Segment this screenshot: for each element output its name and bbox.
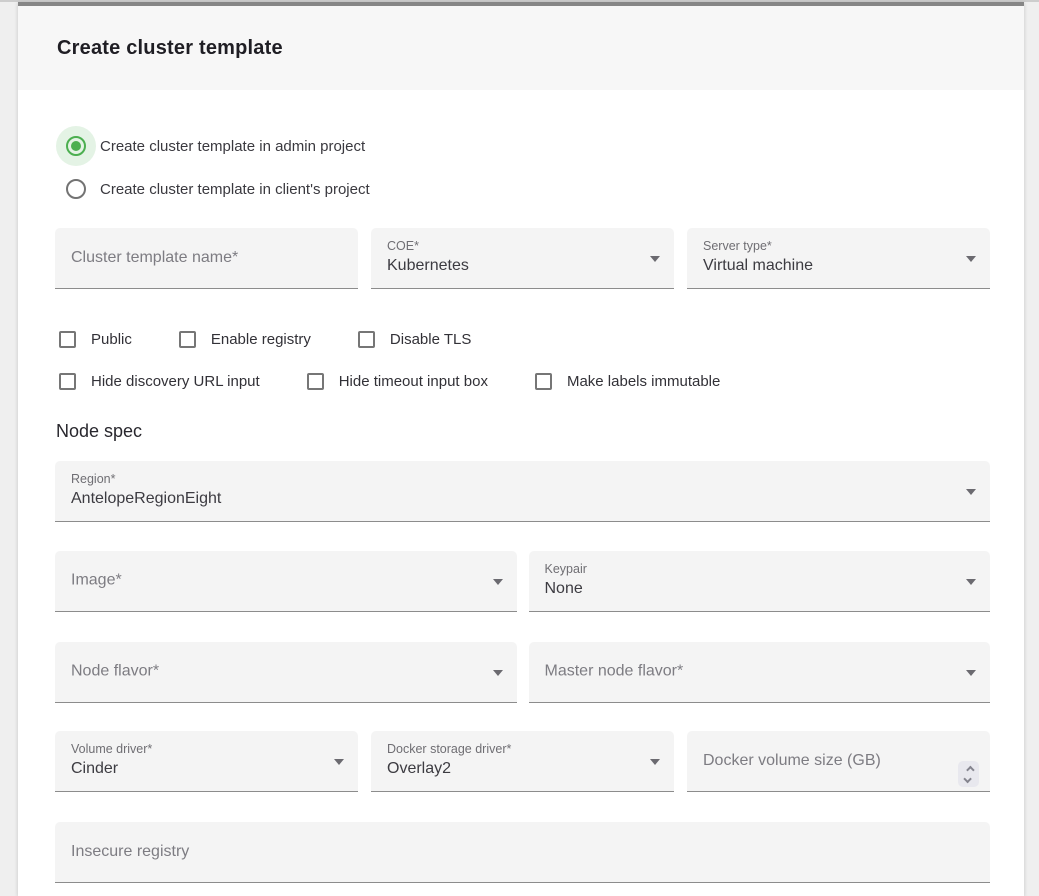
chevron-down-icon bbox=[493, 670, 503, 676]
flavor-row: Node flavor* Master node flavor* bbox=[55, 642, 990, 703]
region-row: Region* AntelopeRegionEight bbox=[55, 461, 990, 522]
checkbox-enable-registry[interactable]: Enable registry bbox=[179, 331, 311, 348]
coe-select[interactable]: COE* Kubernetes bbox=[371, 228, 674, 289]
number-stepper[interactable] bbox=[958, 761, 979, 787]
checkbox-hide-discovery-url[interactable]: Hide discovery URL input bbox=[59, 373, 260, 390]
volume-driver-value: Cinder bbox=[71, 760, 118, 778]
project-scope-radio-group: Create cluster template in admin project… bbox=[56, 126, 990, 209]
radio-selected-icon bbox=[66, 136, 86, 156]
radio-halo bbox=[56, 169, 96, 209]
chevron-down-icon bbox=[966, 670, 976, 676]
master-node-flavor-placeholder: Master node flavor* bbox=[545, 663, 684, 681]
docker-storage-driver-select[interactable]: Docker storage driver* Overlay2 bbox=[371, 731, 674, 792]
checkbox-icon bbox=[307, 373, 324, 390]
insecure-registry-row bbox=[55, 822, 990, 883]
server-type-value: Virtual machine bbox=[703, 257, 813, 275]
template-basics-row: COE* Kubernetes Server type* Virtual mac… bbox=[55, 228, 990, 289]
region-value: AntelopeRegionEight bbox=[71, 490, 221, 508]
keypair-select[interactable]: Keypair None bbox=[529, 551, 991, 612]
chevron-up-icon bbox=[966, 765, 974, 773]
server-type-label: Server type* bbox=[703, 239, 772, 253]
volume-driver-label: Volume driver* bbox=[71, 742, 152, 756]
insecure-registry-input[interactable] bbox=[55, 822, 990, 882]
radio-client-project[interactable]: Create cluster template in client's proj… bbox=[56, 169, 990, 209]
docker-storage-driver-label: Docker storage driver* bbox=[387, 742, 511, 756]
panel-header: Create cluster template bbox=[18, 6, 1024, 90]
checkbox-make-labels-immutable[interactable]: Make labels immutable bbox=[535, 373, 720, 390]
checkbox-icon bbox=[179, 331, 196, 348]
docker-storage-driver-value: Overlay2 bbox=[387, 760, 451, 778]
checkbox-icon bbox=[59, 331, 76, 348]
options-checkbox-row-1: Public Enable registry Disable TLS bbox=[59, 331, 990, 348]
image-keypair-row: Image* Keypair None bbox=[55, 551, 990, 612]
checkbox-icon bbox=[358, 331, 375, 348]
coe-label: COE* bbox=[387, 239, 419, 253]
node-flavor-placeholder: Node flavor* bbox=[71, 663, 159, 681]
page-title: Create cluster template bbox=[57, 37, 283, 60]
storage-row: Volume driver* Cinder Docker storage dri… bbox=[55, 731, 990, 792]
image-placeholder: Image* bbox=[71, 572, 122, 590]
cluster-template-name-input[interactable] bbox=[55, 228, 358, 288]
node-flavor-select[interactable]: Node flavor* bbox=[55, 642, 517, 703]
region-select[interactable]: Region* AntelopeRegionEight bbox=[55, 461, 990, 522]
panel-body: Create cluster template in admin project… bbox=[18, 126, 1024, 883]
checkbox-public[interactable]: Public bbox=[59, 331, 132, 348]
master-node-flavor-select[interactable]: Master node flavor* bbox=[529, 642, 991, 703]
chevron-down-icon bbox=[334, 759, 344, 765]
coe-value: Kubernetes bbox=[387, 257, 469, 275]
chevron-down-icon bbox=[966, 256, 976, 262]
node-spec-heading: Node spec bbox=[56, 421, 990, 442]
chevron-down-icon bbox=[493, 579, 503, 585]
options-checkbox-row-2: Hide discovery URL input Hide timeout in… bbox=[59, 373, 990, 390]
region-label: Region* bbox=[71, 472, 115, 486]
docker-volume-size-input[interactable] bbox=[687, 731, 990, 791]
keypair-value: None bbox=[545, 580, 583, 598]
cluster-template-name-field bbox=[55, 228, 358, 289]
chevron-down-icon bbox=[966, 489, 976, 495]
radio-label: Create cluster template in client's proj… bbox=[100, 181, 370, 198]
checkbox-hide-timeout-input[interactable]: Hide timeout input box bbox=[307, 373, 488, 390]
chevron-down-icon bbox=[650, 256, 660, 262]
chevron-down-icon bbox=[650, 759, 660, 765]
checkbox-disable-tls[interactable]: Disable TLS bbox=[358, 331, 471, 348]
volume-driver-select[interactable]: Volume driver* Cinder bbox=[55, 731, 358, 792]
radio-admin-project[interactable]: Create cluster template in admin project bbox=[56, 126, 990, 166]
insecure-registry-field bbox=[55, 822, 990, 883]
radio-halo bbox=[56, 126, 96, 166]
chevron-down-icon bbox=[963, 774, 971, 782]
server-type-select[interactable]: Server type* Virtual machine bbox=[687, 228, 990, 289]
keypair-label: Keypair bbox=[545, 562, 587, 576]
radio-unselected-icon bbox=[66, 179, 86, 199]
checkbox-icon bbox=[535, 373, 552, 390]
checkbox-icon bbox=[59, 373, 76, 390]
radio-label: Create cluster template in admin project bbox=[100, 138, 365, 155]
docker-volume-size-field bbox=[687, 731, 990, 792]
create-cluster-template-panel: Create cluster template Create cluster t… bbox=[18, 2, 1024, 896]
image-select[interactable]: Image* bbox=[55, 551, 517, 612]
chevron-down-icon bbox=[966, 579, 976, 585]
